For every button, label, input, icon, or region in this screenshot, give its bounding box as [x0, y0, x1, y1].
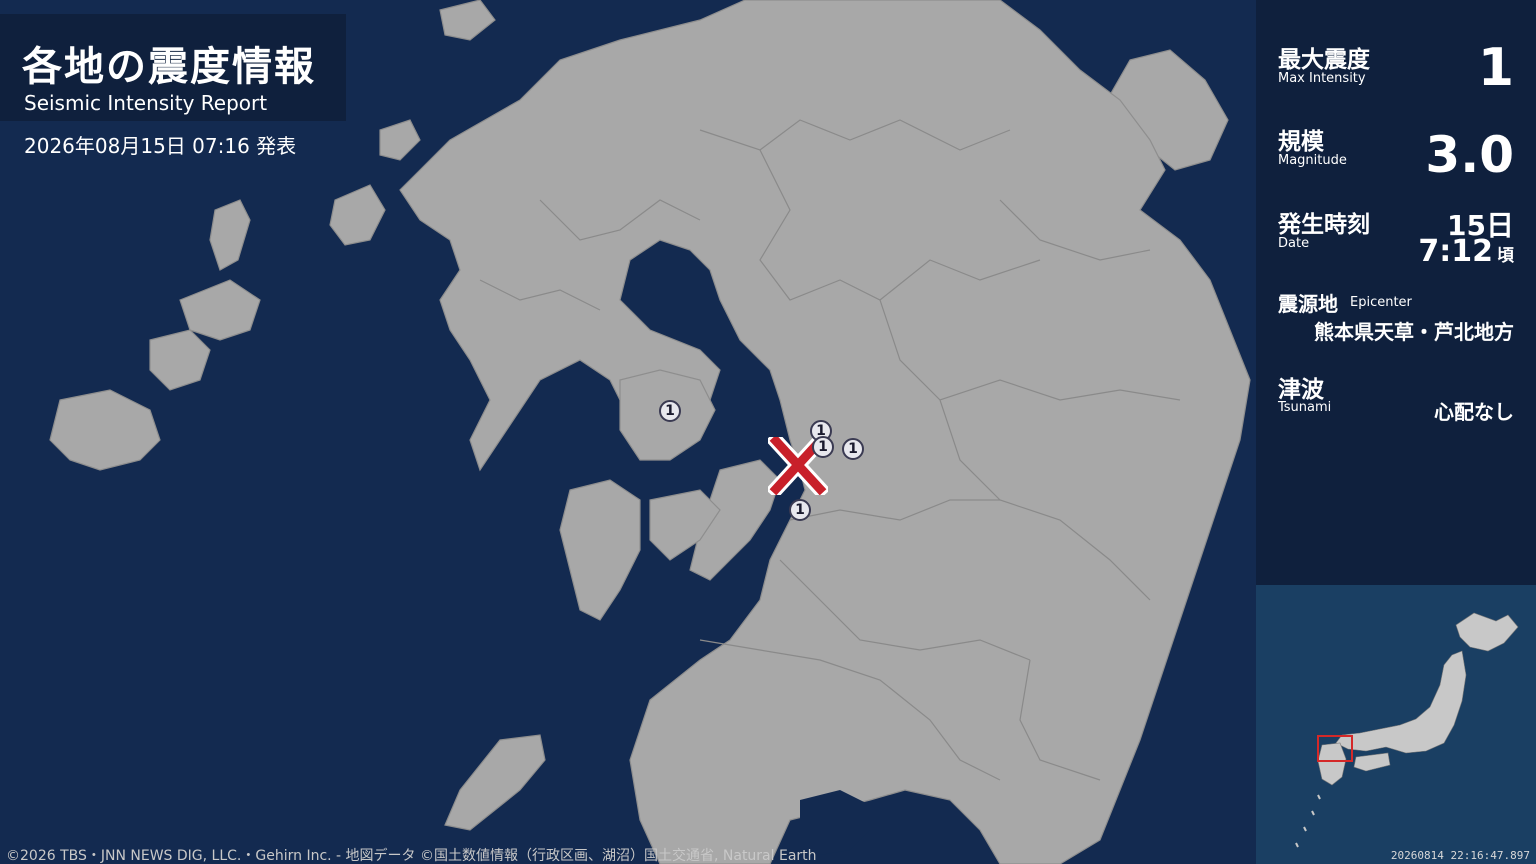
seismic-report-screen: 1 1 1 1 1 各地の震度情報 Seismic Intensity Repo…: [0, 0, 1536, 864]
epicenter-value: 熊本県天草・芦北地方: [1314, 320, 1514, 344]
max-intensity-label-en: Max Intensity: [1278, 71, 1366, 86]
intensity-badge: 1: [789, 499, 811, 521]
issued-timestamp: 2026年08月15日 07:16 発表: [24, 134, 297, 158]
magnitude-label-en: Magnitude: [1278, 153, 1347, 168]
page-title: 各地の震度情報: [22, 44, 316, 90]
copyright-credits: ©2026 TBS・JNN NEWS DIG, LLC.・Gehirn Inc.…: [6, 848, 817, 864]
max-intensity-label: 最大震度: [1278, 47, 1370, 73]
epicenter-label: 震源地: [1278, 292, 1338, 316]
magnitude-value: 3.0: [1425, 126, 1514, 184]
date-time-group: 7:12 頃: [1418, 234, 1514, 269]
japan-outline: [1295, 612, 1519, 848]
tsunami-label-en: Tsunami: [1278, 400, 1332, 415]
info-panel: 最大震度 Max Intensity 1 規模 Magnitude 3.0 発生…: [1256, 0, 1536, 585]
page-subtitle: Seismic Intensity Report: [24, 91, 268, 115]
date-time-suffix: 頃: [1497, 246, 1514, 266]
tsunami-label: 津波: [1278, 377, 1324, 403]
intensity-badge: 1: [659, 400, 681, 422]
intensity-badge: 1: [842, 438, 864, 460]
date-label: 発生時刻: [1278, 212, 1370, 238]
date-time-value: 7:12: [1418, 234, 1493, 269]
max-intensity-value: 1: [1477, 38, 1514, 98]
intensity-badge: 1: [812, 436, 834, 458]
date-label-en: Date: [1278, 236, 1310, 251]
japan-inset-map: 20260814 22:16:47.897: [1256, 585, 1536, 864]
magnitude-label: 規模: [1278, 129, 1324, 155]
tsunami-value: 心配なし: [1434, 400, 1514, 424]
title-box: 各地の震度情報 Seismic Intensity Report: [0, 14, 346, 121]
epicenter-label-en: Epicenter: [1350, 295, 1412, 310]
inset-timestamp: 20260814 22:16:47.897: [1390, 849, 1530, 862]
